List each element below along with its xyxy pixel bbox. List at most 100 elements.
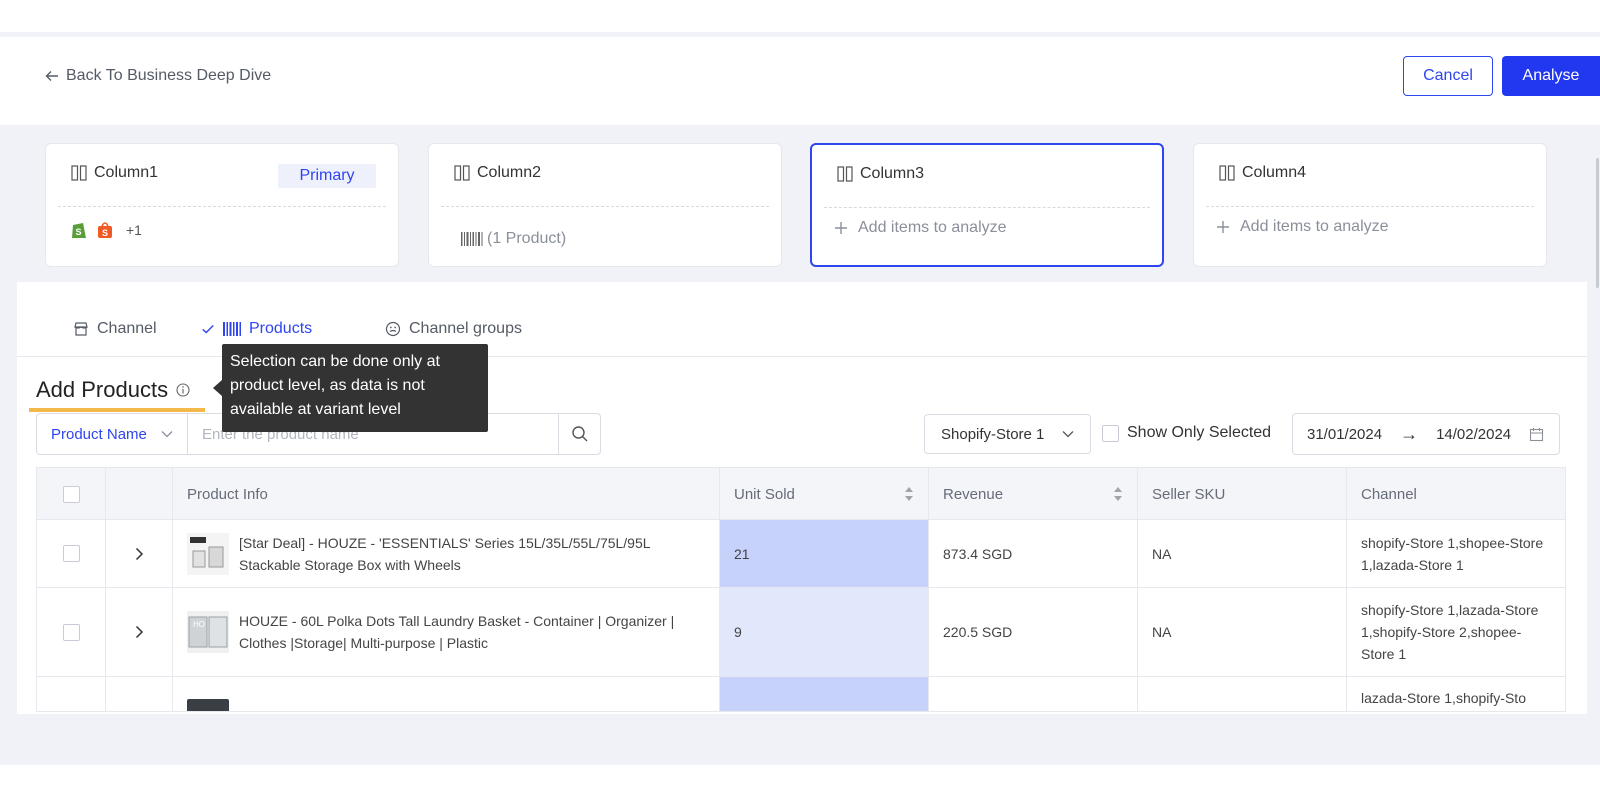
extra-channel-count: +1 [126,222,142,238]
add-items-link[interactable]: Add items to analyze [1216,218,1389,236]
chevron-right-icon[interactable] [131,624,147,640]
unit-sold-cell [720,677,929,711]
products-table: Product Info Unit Sold Revenue Seller SK… [36,467,1566,712]
tab-label: Channel [97,320,157,337]
tab-channel-groups[interactable]: Channel groups [385,320,522,338]
show-only-selected-checkbox[interactable] [1102,424,1119,442]
header-product-info: Product Info [173,468,720,520]
column-card-3[interactable]: Column3 Add items to analyze [810,143,1164,267]
primary-badge: Primary [278,164,376,188]
unit-sold-cell: 9 [720,588,929,676]
seller-sku-cell [1138,677,1347,711]
product-thumbnail [187,532,229,575]
table-row: HO HOUZE - 60L Polka Dots Tall Laundry B… [37,588,1565,677]
page-scrollbar[interactable] [1596,158,1599,288]
channel-icons: S S +1 [70,220,142,240]
seller-sku-cell: NA [1138,520,1347,587]
row-checkbox[interactable] [62,545,80,562]
search-button[interactable] [558,414,600,454]
table-header: Product Info Unit Sold Revenue Seller SK… [37,468,1565,520]
store-select-value: Shopify-Store 1 [941,425,1045,443]
row-expand-cell [106,677,173,711]
column-card-2[interactable]: Column2 (1 Product) [428,143,782,267]
row-expand-cell [106,588,173,676]
row-select-cell [37,677,106,711]
channel-cell: shopify-Store 1,shopee-Store 1,lazada-St… [1361,534,1544,573]
header-select-all [37,468,106,520]
barcode-icon [223,322,241,336]
seller-sku-cell: NA [1138,588,1347,676]
date-range-picker[interactable]: 31/01/2024 → 14/02/2024 [1292,413,1560,455]
channel-cell: shopify-Store 1,lazada-Store 1,shopify-S… [1361,602,1539,662]
chevron-right-icon[interactable] [131,546,147,562]
header-revenue[interactable]: Revenue [929,468,1138,520]
sort-icon[interactable] [1113,486,1123,502]
column-title: Column1 [94,164,159,181]
revenue-cell: 220.5 SGD [929,588,1138,676]
date-to: 14/02/2024 [1436,425,1512,443]
cancel-button[interactable]: Cancel [1403,56,1493,96]
search-field-label: Product Name [51,425,147,443]
store-icon [74,322,88,336]
search-field-select[interactable]: Product Name [37,414,188,454]
revenue-cell: 873.4 SGD [929,520,1138,587]
row-expand-cell [106,520,173,587]
column-title: Column3 [860,165,925,182]
product-info-cell [173,677,720,711]
product-name[interactable]: [Star Deal] - HOUZE - 'ESSENTIALS' Serie… [239,532,705,576]
column-divider [58,206,386,207]
column-title: Column4 [1242,164,1307,181]
header-unit-sold[interactable]: Unit Sold [720,468,929,520]
column-header: Column3 [836,165,924,183]
date-from: 31/01/2024 [1307,425,1383,443]
plus-icon [1217,221,1229,233]
product-info-cell: HO HOUZE - 60L Polka Dots Tall Laundry B… [173,588,720,676]
tab-label: Products [249,320,313,337]
info-icon[interactable] [176,383,190,397]
tooltip-arrow [213,380,222,396]
column-icon [837,166,853,182]
product-name[interactable]: HOUZE - 60L Polka Dots Tall Laundry Bask… [239,610,705,654]
product-count: (1 Product) [461,230,566,248]
column-divider [1206,206,1534,207]
add-items-link[interactable]: Add items to analyze [834,219,1007,237]
show-only-selected-label: Show Only Selected [1127,424,1272,441]
top-strip [0,0,1600,32]
table-row: [Star Deal] - HOUZE - 'ESSENTIALS' Serie… [37,520,1565,588]
date-arrow: → [1400,423,1419,444]
svg-text:HO: HO [193,620,205,629]
add-items-label: Add items to analyze [1240,218,1389,235]
smile-icon [385,321,401,337]
plus-icon [835,222,847,234]
column-header: Column1 [70,164,158,182]
show-only-selected-toggle[interactable]: Show Only Selected [1102,424,1271,442]
sort-icon[interactable] [904,486,914,502]
row-select-cell [37,588,106,676]
column-divider [824,207,1150,208]
analyse-button[interactable]: Analyse [1502,56,1600,96]
row-checkbox[interactable] [62,623,80,641]
back-link-label: Back To Business Deep Dive [66,67,272,84]
column-card-4[interactable]: Column4 Add items to analyze [1193,143,1547,267]
header-label: Unit Sold [734,485,795,503]
bottom-strip [0,765,1600,800]
tab-label: Channel groups [409,320,522,337]
tab-channel[interactable]: Channel [73,320,157,338]
svg-text:S: S [102,228,108,238]
revenue-cell [929,677,1138,711]
tab-products[interactable]: Products [201,320,312,338]
svg-text:S: S [75,227,81,237]
product-info-cell: [Star Deal] - HOUZE - 'ESSENTIALS' Serie… [173,520,720,587]
select-all-checkbox[interactable] [62,485,80,503]
product-count-label: (1 Product) [487,230,567,247]
barcode-icon [461,232,483,246]
channel-cell: lazada-Store 1,shopify-Sto [1361,690,1526,706]
back-link[interactable]: Back To Business Deep Dive [44,67,271,85]
search-icon [571,426,587,442]
column-card-1[interactable]: Column1 Primary S S +1 [45,143,399,267]
header-expand [106,468,173,520]
column-icon [1219,165,1235,181]
header-label: Revenue [943,485,1004,503]
column-header: Column2 [453,164,541,182]
store-select[interactable]: Shopify-Store 1 [924,414,1091,454]
